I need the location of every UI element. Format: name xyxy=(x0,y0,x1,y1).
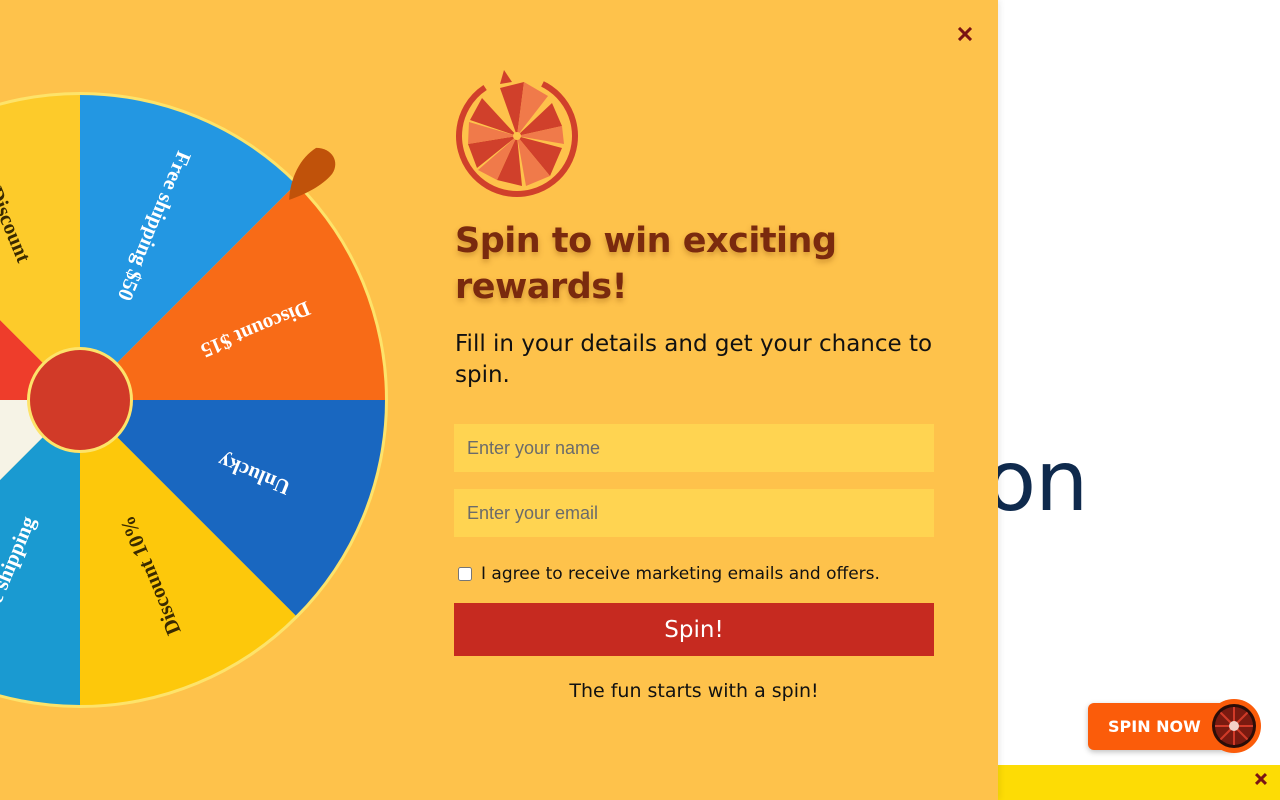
modal-subtitle: Fill in your details and get your chance… xyxy=(455,331,933,388)
spin-button[interactable]: Spin! xyxy=(454,603,934,656)
modal-title: Spin to win exciting rewards! xyxy=(455,221,837,307)
spin-wheel-modal: Free shipping $50 Discount $15 Unlucky Disc… xyxy=(0,0,998,800)
tagline: The fun starts with a spin! xyxy=(569,680,819,702)
consent-label: I agree to receive marketing emails and … xyxy=(481,564,880,584)
modal-close-button[interactable] xyxy=(956,25,973,42)
email-input[interactable] xyxy=(454,489,934,537)
name-input[interactable] xyxy=(454,424,934,472)
prize-wheel: Free shipping $50Discount $15UnluckyDisc… xyxy=(0,92,388,708)
consent-row[interactable]: I agree to receive marketing emails and … xyxy=(458,564,880,584)
prize-wheel-icon xyxy=(456,70,578,197)
close-icon xyxy=(1254,772,1268,786)
wheel-pointer xyxy=(289,147,336,200)
consent-checkbox[interactable] xyxy=(458,567,472,581)
wheel-hub xyxy=(30,350,130,450)
bottom-notification-bar xyxy=(998,765,1280,800)
close-icon xyxy=(956,25,973,42)
bottom-bar-close-button[interactable] xyxy=(1254,772,1268,786)
mini-wheel-icon[interactable] xyxy=(1207,699,1261,753)
